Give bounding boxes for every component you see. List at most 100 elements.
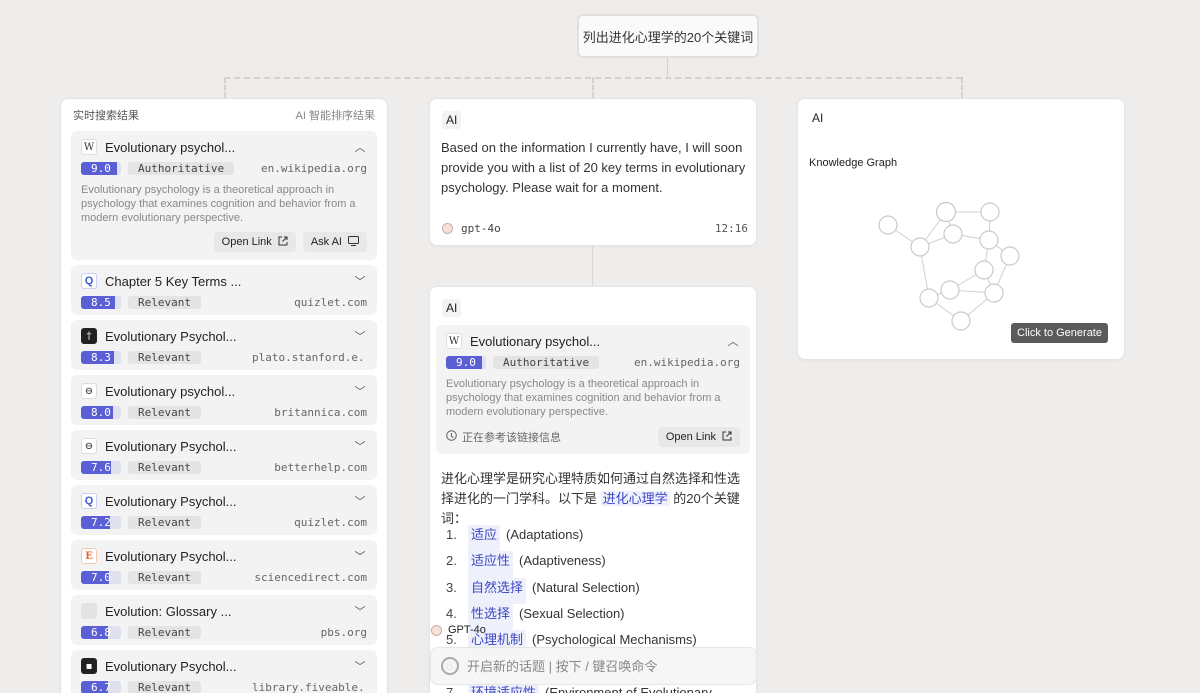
result-domain: pbs.org (320, 626, 367, 639)
openai-icon (431, 624, 442, 636)
fiveable-icon: ▪ (81, 658, 97, 674)
chevron-down-icon[interactable]: ﹀ (353, 658, 367, 674)
answer-intro: 进化心理学是研究心理特质如何通过自然选择和性选择进化的一门学科。以下是 进化心理… (441, 471, 741, 526)
score-bar: 8.0 (81, 406, 121, 419)
result-title[interactable]: Evolutionary psychol... (105, 140, 353, 155)
term-number: 2. (446, 553, 457, 569)
timestamp: 12:16 (714, 222, 748, 235)
monitor-icon (348, 235, 359, 249)
generate-graph-button[interactable]: Click to Generate (1011, 323, 1108, 343)
term-english: (Adaptiveness) (519, 553, 606, 569)
result-title[interactable]: Chapter 5 Key Terms ... (105, 274, 353, 289)
info-icon (446, 430, 457, 444)
topic-input[interactable] (467, 658, 747, 674)
chevron-down-icon[interactable]: ﹀ (353, 548, 367, 564)
result-domain: betterhelp.com (274, 461, 367, 474)
query-node[interactable]: 列出进化心理学的20个关键词 (577, 14, 759, 58)
result-title[interactable]: Evolutionary psychol... (105, 384, 353, 399)
result-domain: en.wikipedia.org (634, 356, 740, 369)
ai-ranking-label[interactable]: AI 智能排序结果 (296, 107, 375, 123)
result-item[interactable]: Q Chapter 5 Key Terms ... ﹀ 8.5 Relevant quiz… (71, 265, 377, 315)
link-icon: ⊖ (81, 383, 97, 399)
result-item[interactable]: Q Evolutionary Psychol... ﹀ 7.2 Relevant quiz… (71, 485, 377, 535)
realtime-results-label: 实时搜索结果 (73, 110, 139, 122)
citing-text: 正在参考该链接信息 (462, 432, 561, 444)
topic-link[interactable]: 进化心理学 (600, 491, 670, 506)
ask-ai-button[interactable]: Ask AI (302, 232, 367, 252)
result-description: Evolutionary psychology is a theoretical… (446, 378, 721, 418)
result-title[interactable]: Evolutionary Psychol... (105, 659, 353, 674)
external-link-icon (278, 236, 288, 249)
connector-right (961, 77, 963, 98)
status-badge: Relevant (128, 571, 201, 584)
status-badge: Authoritative (493, 356, 600, 369)
result-description: Evolutionary psychology is a theoretical… (81, 184, 356, 224)
ai-response-card: AI Based on the information I currently … (429, 98, 757, 246)
status-badge: Relevant (128, 626, 201, 639)
result-title[interactable]: Evolutionary Psychol... (105, 549, 353, 564)
term-link[interactable]: 适应性 (468, 551, 514, 578)
result-title[interactable]: Evolutionary psychol... (470, 334, 726, 349)
wikipedia-icon: W (446, 333, 462, 349)
open-link-button[interactable]: Open Link (657, 427, 740, 447)
key-term-item: 2. 适应性 (Adaptiveness) (446, 551, 746, 578)
chevron-down-icon[interactable]: ﹀ (353, 383, 367, 399)
blank-icon (81, 603, 97, 619)
result-domain: britannica.com (274, 406, 367, 419)
term-link[interactable]: 适应 (468, 525, 501, 552)
wikipedia-icon: W (81, 139, 97, 155)
ai-message: Based on the information I currently hav… (441, 140, 746, 195)
external-link-icon (722, 431, 732, 444)
result-title[interactable]: Evolutionary Psychol... (105, 329, 353, 344)
result-title[interactable]: Evolutionary Psychol... (105, 439, 353, 454)
chevron-up-icon[interactable]: ︿ (353, 139, 367, 155)
key-term-item: 1. 适应 (Adaptations) (446, 525, 746, 552)
result-domain: library.fiveable... (252, 681, 367, 693)
source-result[interactable]: W Evolutionary psychol... ︿ 9.0 Authorit… (436, 325, 750, 454)
quizlet-icon: Q (81, 493, 97, 509)
chevron-up-icon[interactable]: ︿ (726, 333, 740, 349)
score-bar: 9.0 (446, 356, 486, 369)
loading-circle-icon (441, 657, 459, 675)
search-results-panel: 实时搜索结果 AI 智能排序结果 W Evolutionary psychol.… (60, 98, 388, 693)
model-badge[interactable]: GPT-4o (431, 620, 486, 640)
result-item[interactable]: Evolution: Glossary ... ﹀ 6.8 Relevant pbs.o… (71, 595, 377, 645)
ai-label: AI (442, 299, 462, 317)
score-bar: 9.0 (81, 162, 121, 175)
result-item[interactable]: † Evolutionary Psychol... ﹀ 8.3 Relevant plat… (71, 320, 377, 370)
result-item[interactable]: ⊖ Evolutionary Psychol... ﹀ 7.6 Relevant bett… (71, 430, 377, 480)
term-english: (Natural Selection) (532, 579, 640, 595)
chevron-down-icon[interactable]: ﹀ (353, 273, 367, 289)
chat-input-bar[interactable] (430, 647, 757, 685)
term-english: (Sexual Selection) (519, 605, 625, 621)
result-item[interactable]: E Evolutionary Psychol... ﹀ 7.0 Relevant scie… (71, 540, 377, 590)
chevron-down-icon[interactable]: ﹀ (353, 493, 367, 509)
link-icon: ⊖ (81, 438, 97, 454)
score-bar: 8.3 (81, 351, 121, 364)
stanford-icon: † (81, 328, 97, 344)
term-english: (Adaptations) (506, 527, 584, 542)
elsevier-icon: E (81, 548, 97, 564)
status-badge: Relevant (128, 406, 201, 419)
score-bar: 6.8 (81, 626, 121, 639)
result-item[interactable]: ⊖ Evolutionary psychol... ﹀ 8.0 Relevant brit… (71, 375, 377, 425)
score-bar: 8.5 (81, 296, 121, 309)
status-badge: Relevant (128, 351, 201, 364)
key-term-item: 3. 自然选择 (Natural Selection) (446, 577, 746, 604)
result-domain: plato.stanford.e... (252, 351, 367, 364)
status-badge: Relevant (128, 681, 201, 693)
term-link[interactable]: 自然选择 (468, 577, 527, 604)
status-badge: Relevant (128, 461, 201, 474)
chevron-down-icon[interactable]: ﹀ (353, 438, 367, 454)
result-item[interactable]: ▪ Evolutionary Psychol... ﹀ 6.7 Relevant libr… (71, 650, 377, 693)
result-domain: quizlet.com (294, 516, 367, 529)
result-title[interactable]: Evolutionary Psychol... (105, 494, 353, 509)
chevron-down-icon[interactable]: ﹀ (353, 603, 367, 619)
chevron-down-icon[interactable]: ﹀ (353, 328, 367, 344)
ai-label: AI (442, 111, 462, 129)
result-domain: en.wikipedia.org (261, 162, 367, 175)
result-title[interactable]: Evolution: Glossary ... (105, 604, 353, 619)
term-number: 3. (446, 579, 457, 595)
open-link-button[interactable]: Open Link (213, 232, 296, 252)
result-expanded[interactable]: W Evolutionary psychol... ︿ 9.0 Authorit… (71, 131, 377, 260)
